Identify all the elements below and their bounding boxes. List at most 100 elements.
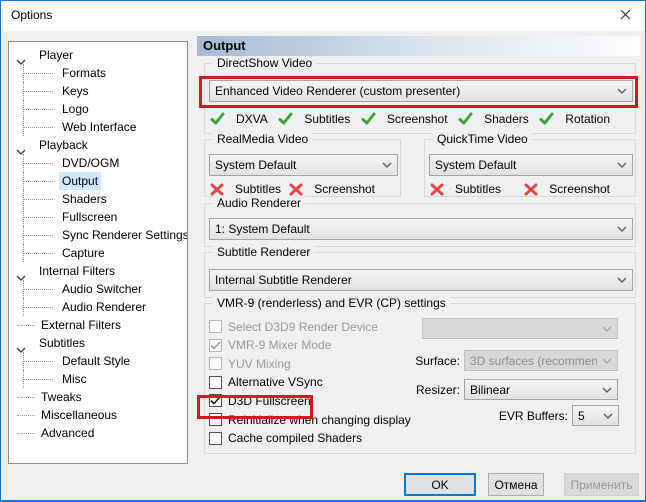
quicktime-feature-list: Subtitles Screenshot <box>430 180 630 198</box>
sidebar-item-fullscreen[interactable]: Fullscreen <box>59 208 120 226</box>
sidebar-item-capture[interactable]: Capture <box>59 244 108 262</box>
resizer-select[interactable]: Bilinear <box>464 379 618 400</box>
sidebar-item-keys[interactable]: Keys <box>59 82 92 100</box>
tree-row-internal-filters: Internal Filters <box>9 262 187 280</box>
chevron-down-icon <box>377 162 397 168</box>
sidebar-item-output[interactable]: Output <box>59 172 101 190</box>
tree-connector-line <box>17 325 35 326</box>
check-icon <box>458 112 479 126</box>
audio-renderer-group-label: Audio Renderer <box>213 196 305 210</box>
checkbox-label-cache-compiled-shaders: Cache compiled Shaders <box>228 431 362 445</box>
feature-label: DXVA <box>236 112 268 126</box>
tree-connector-line <box>23 127 53 128</box>
subtitle-renderer-value: Internal Subtitle Renderer <box>210 273 612 287</box>
sidebar-item-external-filters[interactable]: External Filters <box>38 316 124 334</box>
feature-label: Screenshot <box>314 182 375 196</box>
feature-label: Subtitles <box>235 182 281 196</box>
feature-label: Screenshot <box>387 112 448 126</box>
checkbox-reinitialize-when-changing-display[interactable] <box>209 413 222 426</box>
sidebar-item-misc[interactable]: Misc <box>59 370 90 388</box>
check-icon <box>278 112 299 126</box>
sidebar-item-sync-renderer-settings[interactable]: Sync Renderer Settings <box>59 226 188 244</box>
directshow-renderer-select[interactable]: Enhanced Video Renderer (custom presente… <box>209 80 633 102</box>
sidebar-item-player[interactable]: Player <box>36 46 76 64</box>
resizer-value: Bilinear <box>465 383 597 397</box>
checkbox-cache-compiled-shaders[interactable] <box>209 432 222 445</box>
tree-connector-line <box>23 91 53 92</box>
chevron-down-icon <box>612 88 632 94</box>
quicktime-video-group: QuickTime Video System Default Subtitles… <box>424 139 636 197</box>
checkbox-label-alternative-vsync: Alternative VSync <box>228 375 323 389</box>
chevron-down-icon <box>597 358 617 364</box>
tree-connector-line <box>23 361 53 362</box>
tree-connector-line <box>23 109 53 110</box>
feature-label: Subtitles <box>304 112 350 126</box>
cross-icon <box>289 183 309 196</box>
check-row-select-d3d9-render-device: Select D3D9 Render Device <box>209 319 378 334</box>
realmedia-renderer-select[interactable]: System Default <box>209 154 398 176</box>
chevron-down-icon <box>597 326 617 332</box>
sidebar-item-dvd-ogm[interactable]: DVD/OGM <box>59 154 122 172</box>
sidebar-item-internal-filters[interactable]: Internal Filters <box>36 262 118 280</box>
tree-connector-line <box>23 181 53 182</box>
quicktime-renderer-select[interactable]: System Default <box>429 154 633 176</box>
feature-label: Subtitles <box>455 182 501 196</box>
settings-tree: PlayerFormatsKeysLogoWeb InterfacePlayba… <box>8 41 188 464</box>
evr-buffers-select[interactable]: 5 <box>572 405 619 426</box>
sidebar-item-playback[interactable]: Playback <box>36 136 91 154</box>
output-page: Output DirectShow Video Enhanced Video R… <box>197 36 640 460</box>
vmr9-evr-group: VMR-9 (renderless) and EVR (CP) settings… <box>204 303 636 454</box>
sidebar-item-tweaks[interactable]: Tweaks <box>38 388 85 406</box>
checkbox-label-select-d3d9-render-device: Select D3D9 Render Device <box>228 320 378 334</box>
checkbox-yuv-mixing <box>209 357 222 370</box>
tree-connector-line <box>23 163 53 164</box>
tree-connector-line <box>23 73 53 74</box>
tree-row-formats: Formats <box>9 64 187 82</box>
sidebar-item-default-style[interactable]: Default Style <box>59 352 133 370</box>
sidebar-item-advanced[interactable]: Advanced <box>38 424 97 442</box>
cancel-button[interactable]: Отмена <box>488 473 544 496</box>
sidebar-item-miscellaneous[interactable]: Miscellaneous <box>38 406 120 424</box>
tree-row-miscellaneous: Miscellaneous <box>9 406 187 424</box>
checkbox-alternative-vsync[interactable] <box>209 376 222 389</box>
d3d9-device-select <box>422 318 618 339</box>
tree-row-audio-switcher: Audio Switcher <box>9 280 187 298</box>
sidebar-item-shaders[interactable]: Shaders <box>59 190 110 208</box>
subtitle-renderer-select[interactable]: Internal Subtitle Renderer <box>209 269 633 291</box>
sidebar-item-web-interface[interactable]: Web Interface <box>59 118 139 136</box>
sidebar-item-audio-renderer[interactable]: Audio Renderer <box>59 298 149 316</box>
tree-row-advanced: Advanced <box>9 424 187 442</box>
sidebar-item-logo[interactable]: Logo <box>59 100 92 118</box>
sidebar-item-formats[interactable]: Formats <box>59 64 109 82</box>
sidebar-item-subtitles[interactable]: Subtitles <box>36 334 88 352</box>
cross-icon <box>430 183 450 196</box>
audio-renderer-select[interactable]: 1: System Default <box>209 218 633 240</box>
feature-subtitles: Subtitles <box>278 110 350 128</box>
tree-row-playback: Playback <box>9 136 187 154</box>
page-title: Output <box>197 36 640 56</box>
surface-value: 3D surfaces (recommended) <box>465 354 597 368</box>
checkbox-select-d3d9-render-device <box>209 320 222 333</box>
cross-icon <box>210 183 230 196</box>
cross-icon <box>524 183 544 196</box>
feature-subtitles: Subtitles <box>430 180 501 198</box>
tree-row-tweaks: Tweaks <box>9 388 187 406</box>
sidebar-item-audio-switcher[interactable]: Audio Switcher <box>59 280 145 298</box>
tree-row-output: Output <box>9 172 187 190</box>
tree-row-external-filters: External Filters <box>9 316 187 334</box>
check-icon <box>210 112 231 126</box>
check-row-alternative-vsync: Alternative VSync <box>209 375 323 390</box>
tree-connector-line <box>23 217 53 218</box>
tree-row-logo: Logo <box>9 100 187 118</box>
checkbox-d3d-fullscreen[interactable] <box>209 394 222 407</box>
resizer-label: Resizer: <box>385 383 460 397</box>
checkbox-vmr-9-mixer-mode <box>209 339 222 352</box>
close-button[interactable] <box>605 1 645 30</box>
tree-connector-line <box>23 199 53 200</box>
ok-button[interactable]: OK <box>404 473 476 496</box>
feature-label: Screenshot <box>549 182 610 196</box>
audio-renderer-group: Audio Renderer 1: System Default <box>204 203 636 247</box>
tree-row-dvd-ogm: DVD/OGM <box>9 154 187 172</box>
tree-connector-line <box>23 253 53 254</box>
tree-row-fullscreen: Fullscreen <box>9 208 187 226</box>
